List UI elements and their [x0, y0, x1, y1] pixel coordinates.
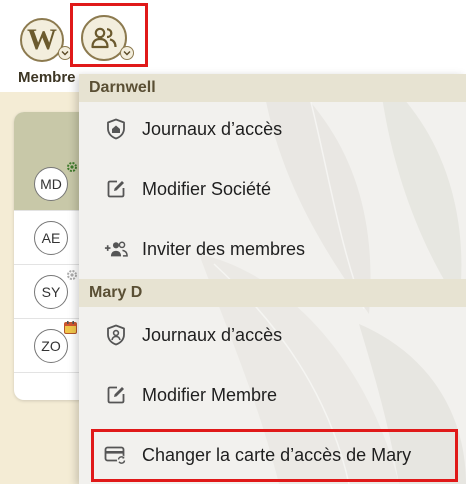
edit-icon	[104, 177, 128, 201]
shield-person-icon	[104, 323, 128, 347]
gear-icon	[67, 270, 77, 280]
member-avatar[interactable]: AE	[34, 221, 68, 255]
menu-item-edit-member[interactable]: Modifier Membre	[79, 368, 466, 422]
members-dropdown-menu: Darnwell Journaux d’accès Modifier Socié…	[79, 74, 466, 484]
menu-item-label: Journaux d’accès	[142, 324, 283, 345]
edit-icon	[104, 383, 128, 407]
menu-group-header: Darnwell	[79, 74, 466, 102]
menu-group-header: Mary D	[79, 279, 466, 307]
member-avatar[interactable]: SY	[34, 275, 68, 309]
menu-item-edit-company[interactable]: Modifier Société	[79, 162, 466, 216]
menu-item-access-logs-company[interactable]: Journaux d’accès	[79, 102, 466, 156]
members-nav-label: Membre	[18, 69, 76, 86]
menu-item-label: Modifier Membre	[142, 384, 278, 405]
company-switcher-button[interactable]: W	[20, 18, 64, 62]
shield-home-icon	[104, 117, 128, 141]
member-avatar[interactable]: MD	[34, 167, 68, 201]
menu-item-label: Modifier Société	[142, 178, 272, 199]
calendar-icon	[64, 321, 77, 334]
menu-item-label: Journaux d’accès	[142, 118, 283, 139]
highlight-members-button	[70, 3, 148, 67]
menu-item-access-logs-member[interactable]: Journaux d’accès	[79, 308, 466, 362]
company-avatar-letter: W	[27, 23, 57, 56]
add-users-icon	[104, 237, 128, 261]
member-avatar[interactable]: ZO	[34, 329, 68, 363]
menu-item-invite-members[interactable]: Inviter des membres	[79, 222, 466, 276]
gear-icon	[67, 162, 77, 172]
menu-item-label: Inviter des membres	[142, 238, 306, 259]
highlight-change-card-item	[91, 429, 458, 482]
